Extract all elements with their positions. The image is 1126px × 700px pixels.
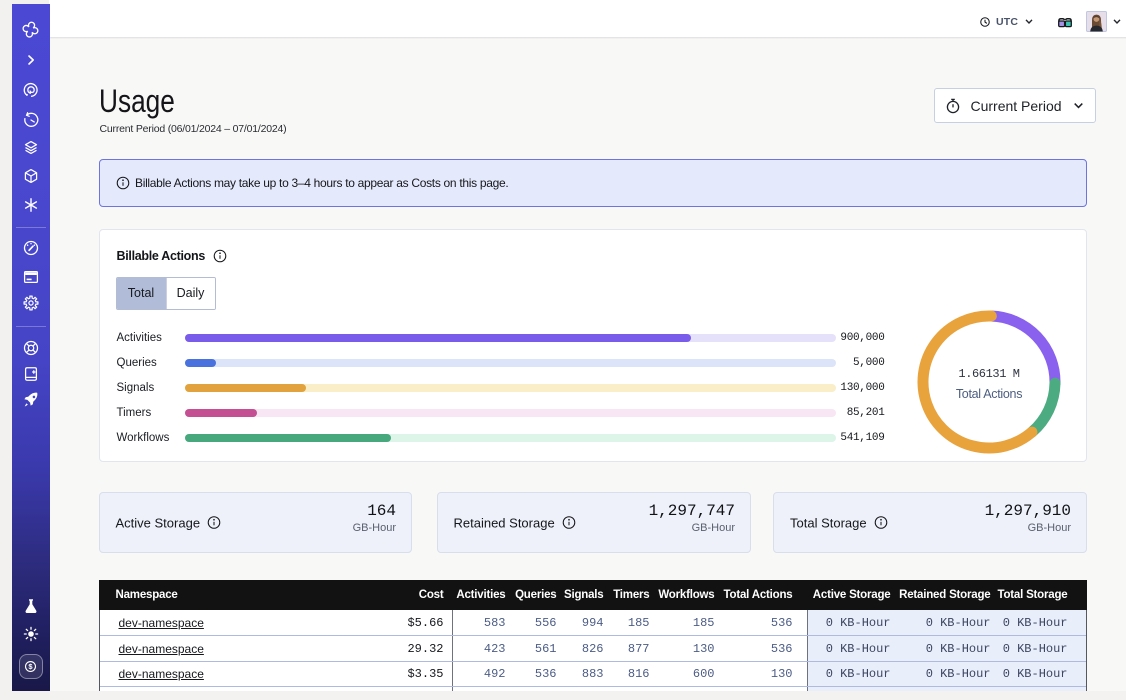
svg-text:$: $ xyxy=(29,662,34,671)
